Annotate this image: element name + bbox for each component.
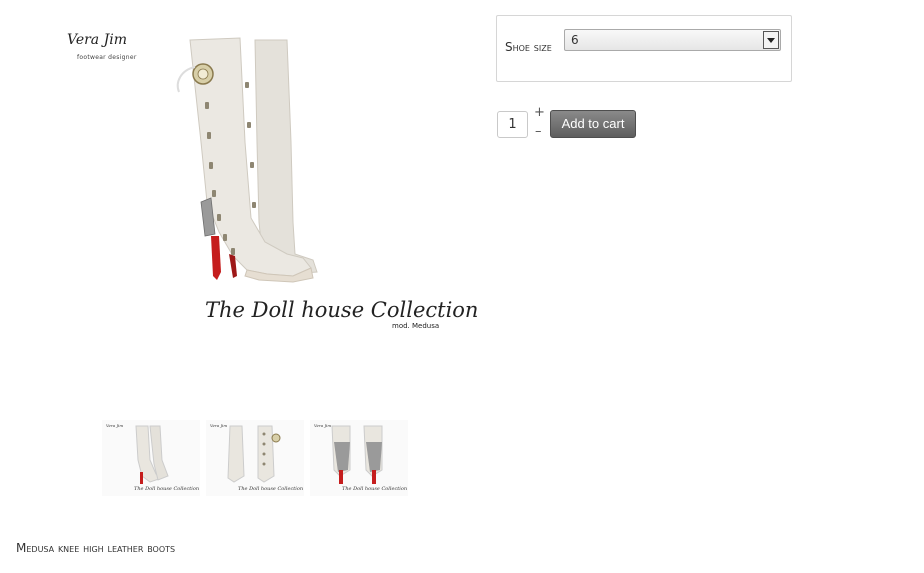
- boot-illustration: [176, 37, 318, 283]
- thumbnail-collection: The Doll house Collection: [238, 486, 304, 492]
- dropdown-arrow-icon[interactable]: [763, 31, 779, 49]
- quantity-decrease-button[interactable]: –: [535, 125, 542, 139]
- thumbnail-boot-front: [227, 425, 281, 483]
- quantity-increase-button[interactable]: +: [534, 106, 545, 120]
- main-product-image[interactable]: Vera Jim footwear designer The Doll hous…: [55, 22, 478, 340]
- shoe-size-select[interactable]: 6: [564, 29, 781, 51]
- product-options-panel: Shoe size 6: [496, 15, 792, 82]
- thumbnail-collection: The Doll house Collection: [342, 486, 408, 492]
- thumbnail-collection: The Doll house Collection: [134, 486, 200, 492]
- shoe-size-value: 6: [571, 33, 579, 47]
- thumbnail-2[interactable]: Vera Jim The Doll house Collection: [206, 420, 304, 496]
- product-name: Medusa knee high leather boots: [16, 541, 176, 555]
- thumbnail-3[interactable]: Vera Jim The Doll house Collection: [310, 420, 408, 496]
- collection-model: mod. Medusa: [392, 322, 440, 330]
- thumbnail-1[interactable]: Vera Jim The Doll house Collection: [102, 420, 200, 496]
- thumbnail-boot-back: [331, 425, 383, 484]
- quantity-input[interactable]: 1: [497, 111, 528, 138]
- add-to-cart-button[interactable]: Add to cart: [550, 110, 636, 138]
- collection-title: The Doll house Collection: [205, 298, 479, 322]
- thumbnail-boot-side: [135, 425, 169, 484]
- shoe-size-label: Shoe size: [505, 40, 552, 54]
